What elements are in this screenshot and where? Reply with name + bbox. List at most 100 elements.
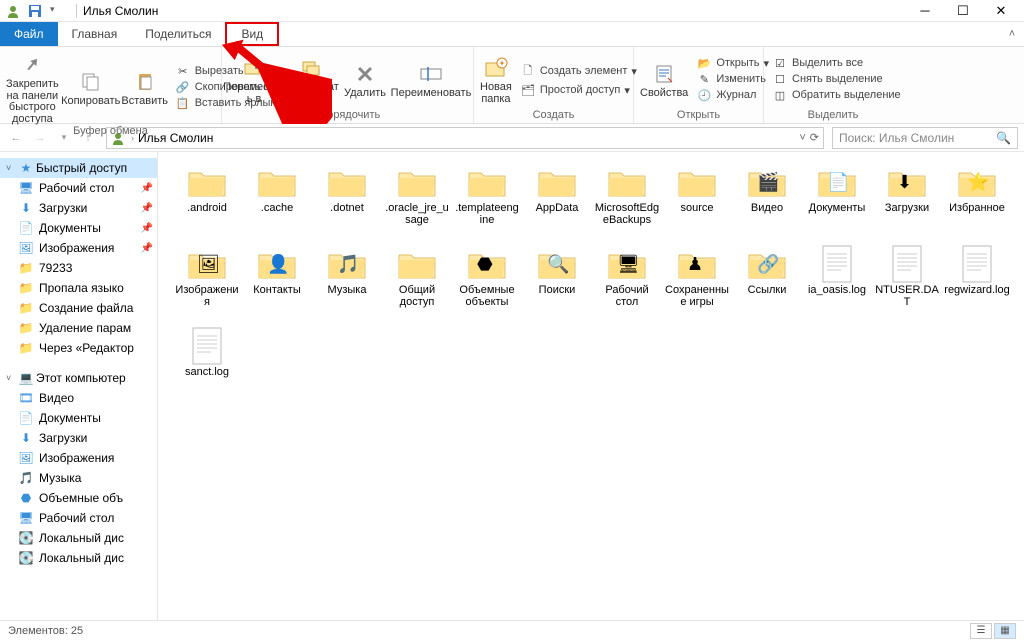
video-icon: 🎞 xyxy=(18,391,34,405)
file-item[interactable]: 🎬Видео xyxy=(732,162,802,240)
expand-icon[interactable]: ˅ xyxy=(6,373,16,383)
sidebar-desktop[interactable]: 🖥Рабочий стол📌 xyxy=(0,178,157,198)
tab-home[interactable]: Главная xyxy=(58,22,132,46)
sidebar-sozdanie[interactable]: 📁Создание файла xyxy=(0,298,157,318)
search-box[interactable]: Поиск: Илья Смолин 🔍 xyxy=(832,127,1018,149)
file-item[interactable]: sanct.log xyxy=(172,326,242,404)
group-select-label: Выделить xyxy=(770,109,896,123)
file-item[interactable]: 🖥Рабочий стол xyxy=(592,244,662,322)
sidebar-documents[interactable]: 📄Документы📌 xyxy=(0,218,157,238)
new-folder-button[interactable]: ✦Новая папка xyxy=(480,52,512,105)
sidebar-udalenie[interactable]: 📁Удаление парам xyxy=(0,318,157,338)
file-item[interactable]: Общий доступ xyxy=(382,244,452,322)
properties-button[interactable]: Свойства xyxy=(640,58,688,100)
file-item[interactable]: ⬇Загрузки xyxy=(872,162,942,240)
file-item[interactable]: .cache xyxy=(242,162,312,240)
file-item[interactable]: AppData xyxy=(522,162,592,240)
refresh-icon[interactable]: ⟳ xyxy=(810,131,819,144)
file-item[interactable]: 📄Документы xyxy=(802,162,872,240)
file-item[interactable]: ia_oasis.log xyxy=(802,244,872,322)
tab-file[interactable]: Файл xyxy=(0,22,58,46)
save-icon[interactable] xyxy=(28,4,42,18)
breadcrumb-text[interactable]: Илья Смолин xyxy=(138,131,795,145)
selectall-icon: ☑ xyxy=(772,57,788,70)
sidebar-disk-c[interactable]: 💽Локальный дис xyxy=(0,528,157,548)
nav-pane[interactable]: ˅★Быстрый доступ 🖥Рабочий стол📌 ⬇Загрузк… xyxy=(0,152,158,620)
pin-icon: 📌 xyxy=(141,223,153,234)
file-item[interactable]: 🔍Поиски xyxy=(522,244,592,322)
address-dropdown-icon[interactable]: ˅ xyxy=(799,132,805,144)
sidebar-79233[interactable]: 📁79233 xyxy=(0,258,157,278)
ribbon-tabs: Файл Главная Поделиться Вид ˄ xyxy=(0,22,1024,47)
invert-selection-button[interactable]: ◫Обратить выделение xyxy=(770,88,903,103)
expand-icon[interactable]: ˅ xyxy=(6,163,16,173)
folder-icon xyxy=(536,162,578,202)
sidebar-quick-access[interactable]: ˅★Быстрый доступ xyxy=(0,158,157,178)
history-button[interactable]: 🕘Журнал xyxy=(694,88,771,103)
file-item[interactable]: source xyxy=(662,162,732,240)
file-item[interactable]: .android xyxy=(172,162,242,240)
computer-icon: 💻 xyxy=(18,371,34,385)
sidebar-downloads[interactable]: ⬇Загрузки📌 xyxy=(0,198,157,218)
tab-share[interactable]: Поделиться xyxy=(131,22,225,46)
file-item[interactable]: 🔗Ссылки xyxy=(732,244,802,322)
sidebar-cherez[interactable]: 📁Через «Редактор xyxy=(0,338,157,358)
delete-button[interactable]: Удалить xyxy=(344,58,386,100)
close-button[interactable]: ✕ xyxy=(982,0,1020,22)
tab-view[interactable]: Вид xyxy=(225,22,279,46)
rename-icon xyxy=(420,62,442,86)
file-name: .oracle_jre_usage xyxy=(382,202,452,226)
file-item[interactable]: 👤Контакты xyxy=(242,244,312,322)
sidebar-pics2[interactable]: 🖼Изображения xyxy=(0,448,157,468)
file-item[interactable]: .oracle_jre_usage xyxy=(382,162,452,240)
sidebar-pictures[interactable]: 🖼Изображения📌 xyxy=(0,238,157,258)
file-item[interactable]: ⭐Избранное xyxy=(942,162,1012,240)
shortcut-icon: 📋 xyxy=(175,97,191,110)
move-to-button[interactable]: Переместит ь в xyxy=(228,52,280,105)
sidebar-dl2[interactable]: ⬇Загрузки xyxy=(0,428,157,448)
file-item[interactable]: regwizard.log xyxy=(942,244,1012,322)
easy-access-button[interactable]: 🗂Простой доступ ▾ xyxy=(518,83,639,98)
file-item[interactable]: 🖼Изображения xyxy=(172,244,242,322)
copy-button[interactable]: Копировать xyxy=(65,66,117,108)
folder-icon xyxy=(396,162,438,202)
open-button[interactable]: 📂Открыть ▾ xyxy=(694,56,771,71)
sidebar-3d[interactable]: ⬣Объемные объ xyxy=(0,488,157,508)
file-item[interactable]: 🎵Музыка xyxy=(312,244,382,322)
newitem-icon: 🗋 xyxy=(520,62,536,81)
paste-button[interactable]: Вставить xyxy=(123,66,167,108)
maximize-button[interactable]: ☐ xyxy=(944,0,982,22)
sidebar-video[interactable]: 🎞Видео xyxy=(0,388,157,408)
view-icons-button[interactable]: ▦ xyxy=(994,623,1016,639)
pin-quick-access-button[interactable]: Закрепить на панели быстрого доступа xyxy=(6,49,59,125)
ribbon-collapse-icon[interactable]: ˄ xyxy=(1000,22,1024,46)
view-details-button[interactable]: ☰ xyxy=(970,623,992,639)
file-item[interactable]: .templateengine xyxy=(452,162,522,240)
select-all-button[interactable]: ☑Выделить все xyxy=(770,56,903,71)
file-name: .templateengine xyxy=(452,202,522,226)
rename-button[interactable]: Переименовать xyxy=(392,58,470,100)
sidebar-music[interactable]: 🎵Музыка xyxy=(0,468,157,488)
file-item[interactable]: ⬣Объемные объекты xyxy=(452,244,522,322)
select-none-button[interactable]: ☐Снять выделение xyxy=(770,72,903,87)
qat-dropdown-icon[interactable]: ▾ xyxy=(50,4,64,18)
minimize-button[interactable]: ─ xyxy=(906,0,944,22)
edit-button[interactable]: ✎Изменить xyxy=(694,72,771,87)
file-item[interactable]: .dotnet xyxy=(312,162,382,240)
file-item[interactable]: ♟Сохраненные игры xyxy=(662,244,732,322)
copy-to-button[interactable]: Копироват ь в xyxy=(286,52,338,105)
folder-icon: 🔗 xyxy=(746,244,788,284)
sidebar-docs2[interactable]: 📄Документы xyxy=(0,408,157,428)
sidebar-propala[interactable]: 📁Пропала языко xyxy=(0,278,157,298)
file-icon xyxy=(191,326,223,366)
downloads-icon: ⬇ xyxy=(18,431,34,445)
file-item[interactable]: MicrosoftEdgeBackups xyxy=(592,162,662,240)
sidebar-desk2[interactable]: 🖥Рабочий стол xyxy=(0,508,157,528)
file-icon xyxy=(961,244,993,284)
sidebar-this-pc[interactable]: ˅💻Этот компьютер xyxy=(0,368,157,388)
separator xyxy=(76,4,77,18)
file-list[interactable]: .android.cache.dotnet.oracle_jre_usage.t… xyxy=(158,152,1024,620)
file-item[interactable]: NTUSER.DAT xyxy=(872,244,942,322)
sidebar-disk-d[interactable]: 💽Локальный дис xyxy=(0,548,157,568)
new-item-button[interactable]: 🗋Создать элемент ▾ xyxy=(518,61,639,82)
